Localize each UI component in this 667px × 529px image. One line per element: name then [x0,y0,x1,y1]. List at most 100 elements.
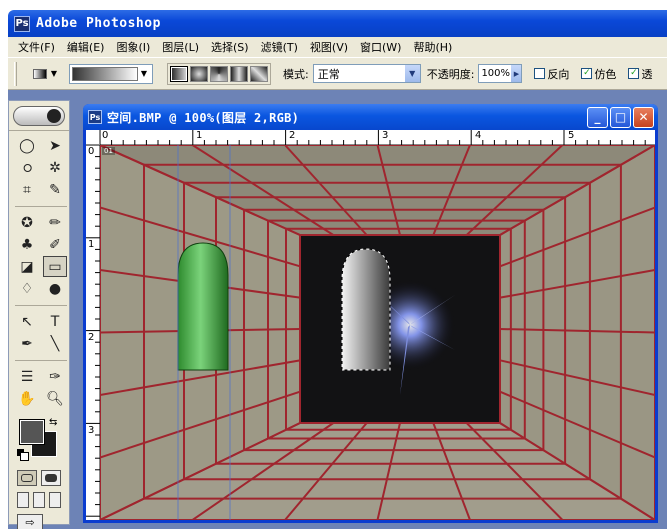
lasso-tool-icon[interactable]: ഠ [15,157,39,178]
app-titlebar: Ps Adobe Photoshop [8,10,667,37]
ruler-h-label: 2 [289,130,296,141]
space-room-image [100,145,655,520]
minimize-button[interactable]: _ [587,106,608,128]
foreground-color-swatch[interactable] [19,419,45,445]
healing-brush-tool-icon[interactable]: ✪ [15,212,39,233]
reverse-checkbox[interactable]: 反向 [534,66,569,82]
reverse-checkbox-box[interactable] [534,68,546,79]
gradient-tool-icon[interactable]: ▭ [43,256,67,277]
standard-mode-button[interactable] [17,470,37,486]
tool-preset-picker[interactable]: ▼ [25,63,65,85]
chevron-down-icon: ▼ [50,69,58,78]
layer-indicator: 01 [102,147,115,155]
document-window: Ps 空间.BMP @ 100%(图层 2,RGB) _ □ ✕ 0 1 2 3… [83,104,658,523]
menu-window[interactable]: 窗口(W) [354,39,407,55]
full-screen-menu-mode-button[interactable] [33,492,45,508]
gradient-tool-icon [32,68,47,79]
menu-layer[interactable]: 图层(L) [156,39,205,55]
ruler-v-label: 0 [88,146,95,157]
maximize-button[interactable]: □ [610,106,631,128]
mode-select[interactable]: 正常 ▼ [312,64,421,83]
mode-value: 正常 [317,67,340,81]
menu-select[interactable]: 选择(S) [205,39,255,55]
clone-stamp-tool-icon[interactable]: ♣ [15,234,39,255]
menu-help[interactable]: 帮助(H) [407,39,458,55]
full-screen-mode-button[interactable] [49,492,61,508]
ruler-h-label: 0 [102,130,109,141]
jump-row: ⇨ [9,511,69,529]
eraser-tool-icon[interactable]: ◪ [15,256,39,277]
brush-tool-icon[interactable]: ✏ [43,212,67,233]
menu-bar: 文件(F) 编辑(E) 图象(I) 图层(L) 选择(S) 滤镜(T) 视图(V… [8,37,667,57]
document-title: 空间.BMP @ 100%(图层 2,RGB) [107,110,300,125]
crop-tool-icon[interactable]: ⌗ [15,179,39,200]
chevron-down-icon[interactable]: ▼ [404,65,420,82]
transparency-checkbox[interactable]: ✓ 透 [628,66,652,82]
default-colors-icon[interactable] [17,449,29,461]
document-titlebar[interactable]: Ps 空间.BMP @ 100%(图层 2,RGB) _ □ ✕ [83,104,658,130]
notes-tool-icon[interactable]: ☰ [15,366,39,387]
mode-label: 模式: [283,67,309,81]
marquee-tool-icon[interactable]: ◯ [15,135,39,156]
magic-wand-tool-icon[interactable]: ✲ [43,157,67,178]
opacity-input[interactable]: 100% ▶ [478,64,523,83]
menu-filter[interactable]: 滤镜(T) [255,39,304,55]
reverse-label: 反向 [547,67,570,81]
chevron-down-icon[interactable]: ▼ [138,67,150,81]
path-selection-tool-icon[interactable]: ↖ [15,311,39,332]
dodge-tool-icon[interactable]: ● [43,278,67,299]
ruler-h-label: 5 [568,130,575,141]
close-button[interactable]: ✕ [633,106,654,128]
zoom-tool-icon[interactable]: 🔍︎ [43,388,67,409]
window-controls: _ □ ✕ [587,106,654,128]
angle-gradient-button[interactable] [210,65,228,82]
ruler-vertical[interactable]: 0 1 2 3 [86,145,100,520]
eyedropper-tool-icon[interactable]: ✑ [43,366,67,387]
document-icon: Ps [88,110,102,124]
ruler-horizontal[interactable]: 0 1 2 3 4 5 [100,130,655,145]
toolbox: ◯ ➤ ഠ ✲ ⌗ ✎ ✪ ✏ ♣ ✐ ◪ ▭ ♢ ● ↖ T ✒ ╲ ☰ ✑ … [8,100,70,529]
screen-mode-row [9,489,69,511]
chevron-right-icon[interactable]: ▶ [511,65,522,82]
swap-colors-icon[interactable]: ⇆ [49,417,57,428]
menu-image[interactable]: 图象(I) [110,39,156,55]
hand-tool-icon[interactable]: ✋ [15,388,39,409]
dither-checkbox-box[interactable]: ✓ [581,68,593,79]
standard-screen-mode-button[interactable] [17,492,29,508]
menu-file[interactable]: 文件(F) [12,39,61,55]
ruler-v-label: 2 [88,332,95,343]
quick-mask-mode-button[interactable] [41,470,61,486]
linear-gradient-button[interactable] [170,65,188,82]
pen-tool-icon[interactable]: ✒ [15,333,39,354]
dither-checkbox[interactable]: ✓ 仿色 [581,66,616,82]
adobe-eye-icon[interactable] [13,105,65,126]
image-canvas[interactable]: 01 [100,145,655,520]
gradient-type-group [167,62,271,85]
options-grip[interactable] [14,61,17,86]
opacity-value[interactable]: 100% [481,68,510,79]
menu-edit[interactable]: 编辑(E) [61,39,111,55]
blur-tool-icon[interactable]: ♢ [15,278,39,299]
tool-grid: ◯ ➤ ഠ ✲ ⌗ ✎ ✪ ✏ ♣ ✐ ◪ ▭ ♢ ● ↖ T ✒ ╲ ☰ ✑ … [9,131,69,413]
diamond-gradient-button[interactable] [250,65,268,82]
color-swatches: ⇆ [15,417,63,463]
transparency-checkbox-box[interactable]: ✓ [628,68,640,79]
photoshop-logo-icon: Ps [14,15,30,32]
move-tool-icon[interactable]: ➤ [43,135,67,156]
options-bar: ▼ ▼ 模式: 正常 ▼ 不透明度: 100% ▶ 反向 ✓ 仿色 ✓ 透 [8,57,667,90]
dither-label: 仿色 [594,67,617,81]
radial-gradient-button[interactable] [190,65,208,82]
ruler-origin[interactable] [86,130,100,145]
quick-mask-row [9,467,69,489]
reflected-gradient-button[interactable] [230,65,248,82]
jump-to-imageready-icon[interactable]: ⇨ [17,514,43,529]
history-brush-tool-icon[interactable]: ✐ [43,234,67,255]
slice-tool-icon[interactable]: ✎ [43,179,67,200]
menu-view[interactable]: 视图(V) [304,39,354,55]
gradient-swatch[interactable] [72,66,138,81]
type-tool-icon[interactable]: T [43,311,67,332]
toolbox-header[interactable] [9,101,69,131]
gradient-picker[interactable]: ▼ [69,63,153,84]
line-tool-icon[interactable]: ╲ [43,333,67,354]
ruler-v-label: 3 [88,425,95,436]
